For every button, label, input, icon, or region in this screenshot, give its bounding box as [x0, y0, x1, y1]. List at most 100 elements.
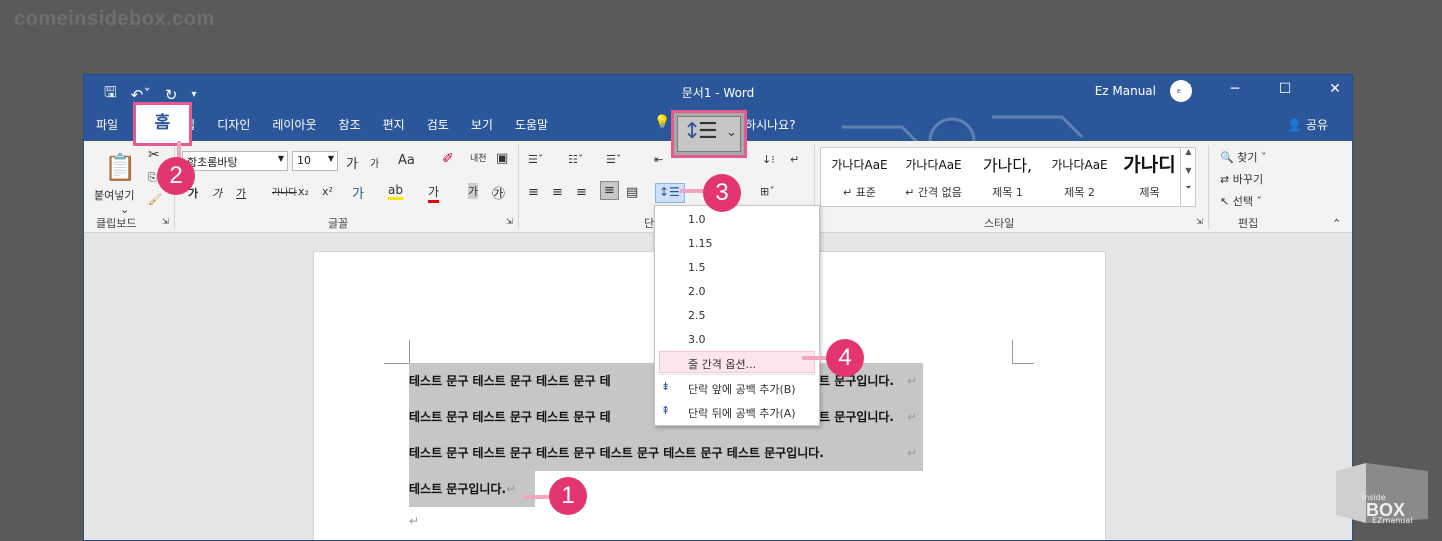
tab-view[interactable]: 보기: [471, 116, 493, 133]
borders-icon[interactable]: ⊞ˇ: [760, 185, 775, 198]
share-button[interactable]: 👤 공유: [1287, 116, 1328, 133]
line-spacing-options-item[interactable]: 줄 간격 옵션...: [688, 356, 756, 372]
replace-button[interactable]: ⇄ 바꾸기: [1220, 171, 1263, 187]
dialog-launcher-icon[interactable]: ⇲: [162, 217, 169, 226]
collapse-ribbon-icon[interactable]: ⌃: [1332, 217, 1341, 230]
clear-formatting-icon[interactable]: ✐: [442, 151, 454, 167]
line-spacing-option-3-0[interactable]: 3.0: [688, 333, 706, 346]
tab-mailings[interactable]: 편지: [383, 116, 405, 133]
distributed-icon[interactable]: ▤: [626, 185, 638, 200]
character-border-icon[interactable]: ▣: [496, 151, 508, 166]
change-case-button[interactable]: Aa: [398, 153, 415, 168]
add-space-after-item[interactable]: 단락 뒤에 공백 추가(A): [688, 405, 796, 421]
dialog-launcher-icon[interactable]: ⇲: [1196, 217, 1203, 226]
add-space-before-item[interactable]: 단락 앞에 공백 추가(B): [688, 381, 796, 397]
doc-line-3[interactable]: 테스트 문구 테스트 문구 테스트 문구 테스트 문구 테스트 문구 테스트 문…: [409, 435, 923, 471]
sort-icon[interactable]: ↓⁝: [762, 153, 775, 166]
justify-icon[interactable]: ≡: [600, 181, 619, 200]
align-left-icon[interactable]: ≡: [528, 185, 539, 200]
styles-gallery: 가나다AaE ↵ 표준 가나다AaE ↵ 간격 없음 가나다, 제목 1 가나다AaE…: [820, 147, 1196, 207]
tab-design[interactable]: 디자인: [217, 116, 250, 133]
font-color-icon[interactable]: 가: [428, 183, 440, 203]
chevron-down-icon: ⌄: [726, 125, 737, 140]
numbering-icon[interactable]: ☷ˇ: [568, 153, 583, 166]
highlight-color-icon[interactable]: ab: [388, 183, 403, 200]
phonetic-guide-button[interactable]: 내천: [470, 151, 487, 164]
minimize-icon[interactable]: ─: [1228, 81, 1242, 97]
close-icon[interactable]: ✕: [1328, 81, 1342, 97]
paste-label[interactable]: 붙여넣기: [94, 187, 134, 203]
add-space-before-icon: ⇟: [661, 380, 671, 393]
enclose-characters-icon[interactable]: ㉮: [492, 183, 505, 202]
maximize-icon[interactable]: ☐: [1278, 81, 1292, 97]
cut-icon[interactable]: ✂: [148, 147, 160, 163]
line-spacing-option-1-0[interactable]: 1.0: [688, 213, 706, 226]
style-heading-1[interactable]: 가나다, 제목 1: [971, 148, 1044, 206]
more-icon[interactable]: ⏷: [1181, 183, 1196, 193]
style-title[interactable]: 가나디 제목: [1113, 148, 1186, 206]
align-center-icon[interactable]: ≡: [552, 185, 563, 200]
paragraph-mark: ↵: [907, 374, 918, 388]
line-spacing-option-2-5[interactable]: 2.5: [688, 309, 706, 322]
chevron-down-icon[interactable]: ▼: [1181, 166, 1196, 175]
style-normal[interactable]: 가나다AaE ↵ 표준: [823, 148, 896, 206]
tab-review[interactable]: 검토: [427, 116, 449, 133]
character-shading-icon[interactable]: 가: [468, 183, 479, 199]
tab-home[interactable]: 홈: [133, 102, 192, 146]
window-controls: ▣ ─ ☐ ✕: [1178, 81, 1342, 97]
style-name: ↵ 간격 없음: [905, 186, 962, 199]
line-spacing-button[interactable]: ↕☰: [655, 183, 685, 203]
paragraph-mark: ↵: [907, 446, 918, 460]
chevron-down-icon: ▼: [327, 154, 334, 163]
grow-font-button[interactable]: 가: [346, 153, 358, 172]
text-effects-icon[interactable]: 가: [352, 183, 364, 202]
multilevel-list-icon[interactable]: ☰ˇ: [606, 153, 621, 166]
underline-button[interactable]: 가: [236, 185, 246, 201]
align-right-icon[interactable]: ≡: [576, 185, 587, 200]
ribbon-display-icon[interactable]: ▣: [1178, 81, 1192, 97]
menu-separator: [659, 374, 815, 375]
chevron-up-icon[interactable]: ▲: [1181, 147, 1196, 156]
superscript-button[interactable]: x²: [322, 185, 333, 198]
style-sample: 가나다,: [982, 156, 1033, 175]
paste-icon[interactable]: 📋: [104, 153, 136, 183]
select-label: 선택: [1232, 195, 1253, 208]
font-size-select[interactable]: 10 ▼: [292, 151, 338, 171]
watermark: comeinsidebox.com: [14, 8, 215, 30]
dialog-launcher-icon[interactable]: ⇲: [506, 217, 513, 226]
style-heading-2[interactable]: 가나다AaE 제목 2: [1043, 148, 1116, 206]
line-text: 트 문구입니다.: [819, 410, 894, 424]
doc-line-4[interactable]: 테스트 문구입니다.↵: [409, 471, 535, 507]
strikethrough-button[interactable]: 가나다: [272, 185, 297, 198]
user-name[interactable]: Ez Manual: [1095, 84, 1156, 98]
select-button[interactable]: ↖ 선택 ˇ: [1220, 193, 1262, 209]
font-family-select[interactable]: 함초롬바탕 ▼: [182, 151, 288, 171]
line-spacing-option-2-0[interactable]: 2.0: [688, 285, 706, 298]
italic-button[interactable]: 가: [212, 185, 222, 201]
tab-references[interactable]: 참조: [339, 116, 361, 133]
decrease-indent-icon[interactable]: ⇤: [654, 153, 663, 166]
step-badge-3: 3: [703, 174, 741, 212]
line-spacing-option-1-15[interactable]: 1.15: [688, 237, 713, 250]
bullets-icon[interactable]: ☰ˇ: [528, 153, 543, 166]
margin-mark: [1012, 340, 1034, 364]
style-no-spacing[interactable]: 가나다AaE ↵ 간격 없음: [897, 148, 970, 206]
tab-layout[interactable]: 레이아웃: [272, 116, 316, 133]
separator: [1208, 145, 1209, 229]
subscript-button[interactable]: x₂: [298, 185, 309, 198]
tab-help[interactable]: 도움말: [515, 116, 548, 133]
line-spacing-option-1-5[interactable]: 1.5: [688, 261, 706, 274]
format-painter-icon[interactable]: 🖌: [148, 193, 162, 206]
copy-icon[interactable]: ⎘: [148, 171, 157, 185]
lightbulb-icon[interactable]: 💡: [654, 115, 670, 130]
show-marks-icon[interactable]: ↵: [790, 153, 799, 166]
tab-file[interactable]: 파일: [96, 116, 118, 133]
add-space-after-icon: ⇞: [661, 404, 671, 417]
empty-paragraph[interactable]: ↵: [409, 503, 419, 539]
style-sample: 가나다AaE: [831, 158, 888, 172]
find-button[interactable]: 🔍 찾기 ˇ: [1220, 149, 1266, 165]
styles-scroll[interactable]: ▲ ▼ ⏷: [1180, 147, 1196, 207]
font-size-value: 10: [297, 154, 311, 167]
paragraph-mark: ↵: [907, 410, 918, 424]
shrink-font-button[interactable]: 가: [370, 155, 379, 170]
